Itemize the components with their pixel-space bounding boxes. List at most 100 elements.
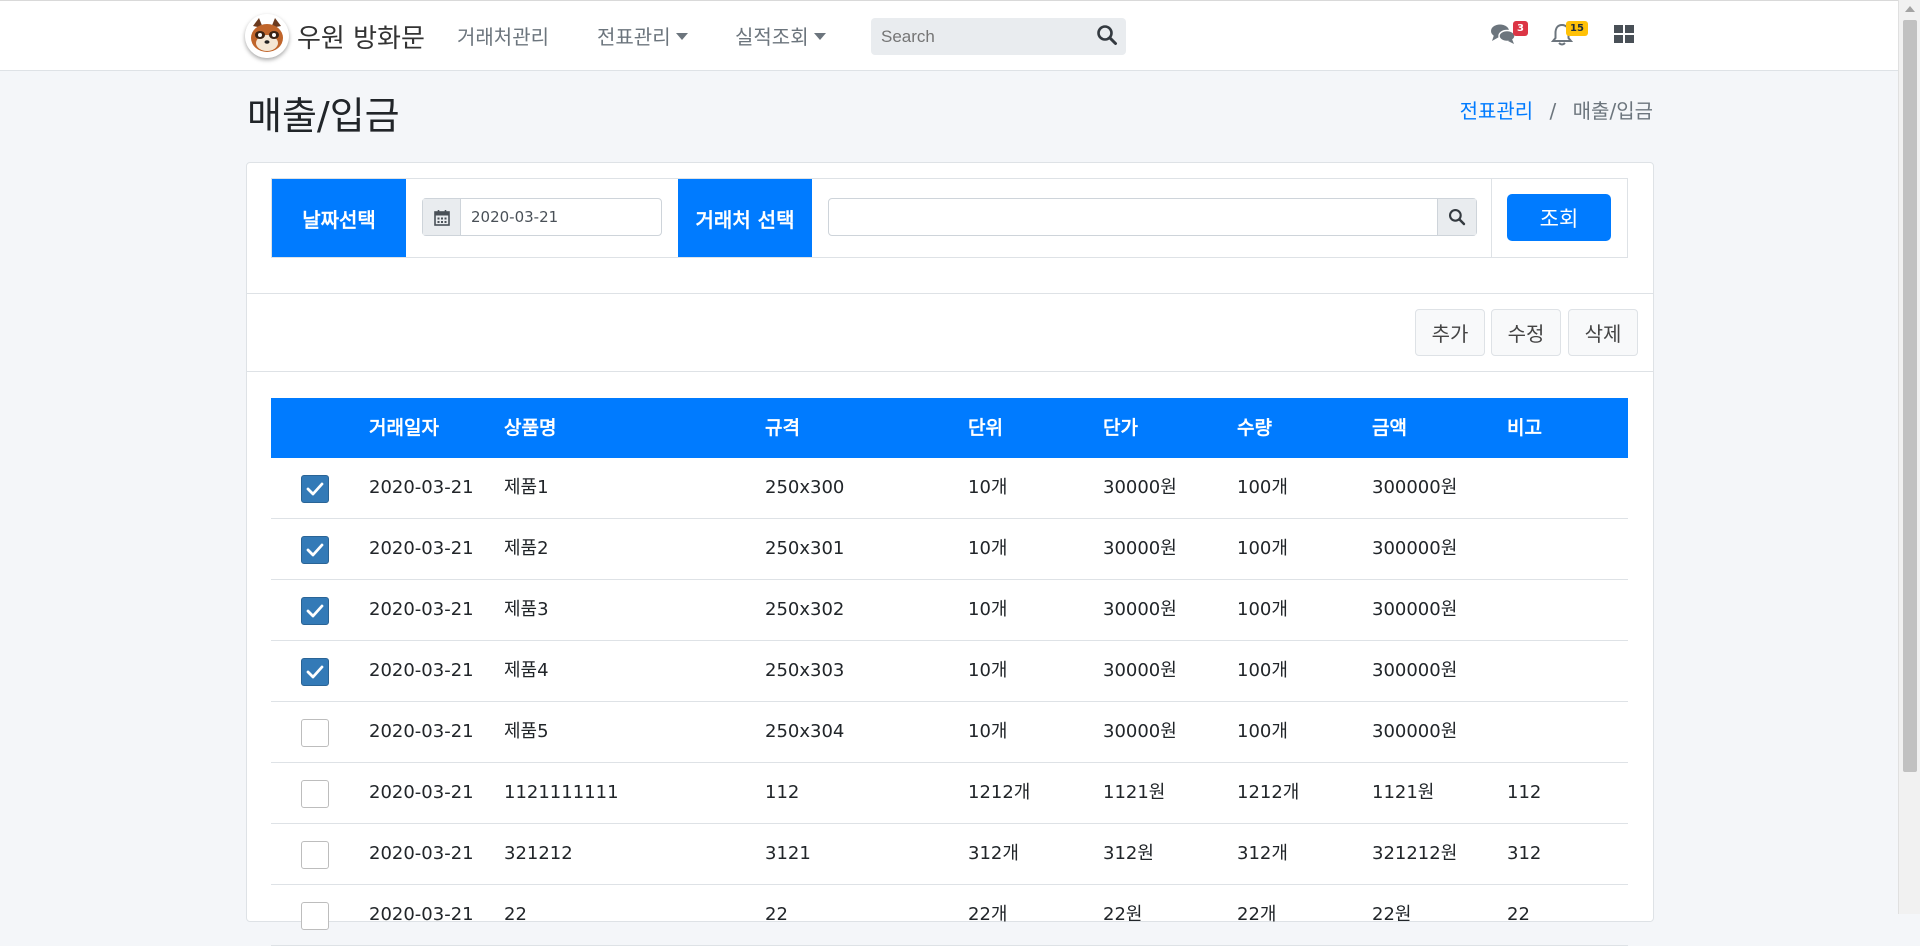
top-navbar: 우원 방화문 거래처관리 전표관리 실적조회 3 15 [0, 0, 1898, 71]
checkmark-icon [306, 604, 324, 618]
cell-date: 2020-03-21 [369, 904, 474, 925]
scroll-up-arrow-icon[interactable] [1905, 6, 1915, 12]
cell-price: 30000원 [1103, 599, 1177, 620]
cell-unit: 22개 [968, 904, 1008, 925]
cell-spec: 22 [765, 904, 788, 925]
customer-search-button[interactable] [1437, 199, 1476, 235]
cell-amount: 300000원 [1372, 538, 1458, 559]
notifications-badge: 15 [1566, 21, 1588, 36]
cell-spec: 250x301 [765, 538, 845, 559]
cell-note: 112 [1507, 782, 1542, 803]
brand-link[interactable]: 우원 방화문 [245, 13, 425, 59]
search-icon [1448, 208, 1466, 226]
col-header-spec: 규격 [765, 417, 800, 439]
table-row[interactable]: 2020-03-21 제품1 250x300 10개 30000원 100개 300000원 [271, 458, 1628, 519]
query-button[interactable]: 조회 [1507, 194, 1611, 241]
cell-spec: 3121 [765, 843, 811, 864]
cell-note: 312 [1507, 843, 1542, 864]
row-checkbox[interactable] [301, 475, 329, 503]
table-row[interactable]: 2020-03-21 1121111111 112 1212개 1121원 1212개 11… [271, 763, 1628, 824]
row-checkbox[interactable] [301, 841, 329, 869]
page-scrollbar[interactable] [1898, 0, 1920, 914]
nav-customer-management[interactable]: 거래처관리 [457, 21, 549, 50]
row-checkbox[interactable] [301, 902, 329, 930]
breadcrumb: 전표관리 / 매출/입금 [1460, 95, 1653, 124]
table-row[interactable]: 2020-03-21 제품5 250x304 10개 30000원 100개 300000원 [271, 702, 1628, 763]
cell-product: 제품3 [504, 599, 549, 620]
nav-performance-label: 실적조회 [735, 25, 809, 49]
messages-button[interactable]: 3 [1490, 21, 1528, 49]
cell-unit: 10개 [968, 477, 1008, 498]
row-checkbox[interactable] [301, 780, 329, 808]
table-row[interactable]: 2020-03-21 22 22 22개 22원 22개 22원 22 [271, 885, 1628, 946]
cell-unit: 10개 [968, 721, 1008, 742]
cell-amount: 22원 [1372, 904, 1412, 925]
date-picker[interactable] [422, 198, 671, 236]
cell-unit: 312개 [968, 843, 1019, 864]
cell-unit: 1212개 [968, 782, 1031, 803]
row-checkbox[interactable] [301, 719, 329, 747]
date-input[interactable] [461, 199, 671, 235]
search-button[interactable] [1096, 24, 1122, 50]
delete-button[interactable]: 삭제 [1568, 309, 1638, 356]
cell-product: 제품5 [504, 721, 549, 742]
checkmark-icon [306, 543, 324, 557]
nav-voucher-label: 전표관리 [597, 25, 671, 49]
cell-unit: 10개 [968, 599, 1008, 620]
cell-qty: 100개 [1237, 660, 1288, 681]
row-checkbox[interactable] [301, 597, 329, 625]
cell-qty: 100개 [1237, 721, 1288, 742]
notifications-button[interactable]: 15 [1550, 21, 1588, 49]
navbar-search-input[interactable] [871, 18, 1106, 55]
page-title: 매출/입금 [247, 94, 400, 138]
brand-name: 우원 방화문 [297, 23, 425, 54]
checkmark-icon [306, 482, 324, 496]
cell-price: 30000원 [1103, 538, 1177, 559]
scroll-thumb[interactable] [1903, 20, 1917, 772]
cell-spec: 250x302 [765, 599, 845, 620]
cell-qty: 100개 [1237, 599, 1288, 620]
cell-price: 30000원 [1103, 477, 1177, 498]
breadcrumb-voucher-link[interactable]: 전표관리 [1460, 99, 1534, 123]
cell-product: 제품1 [504, 477, 549, 498]
cell-price: 30000원 [1103, 660, 1177, 681]
date-picker-button[interactable] [423, 199, 461, 235]
cell-amount: 1121원 [1372, 782, 1435, 803]
cell-amount: 300000원 [1372, 477, 1458, 498]
cell-price: 22원 [1103, 904, 1143, 925]
nav-performance-inquiry[interactable]: 실적조회 [735, 21, 826, 50]
col-header-date: 거래일자 [369, 417, 439, 439]
table-row[interactable]: 2020-03-21 제품2 250x301 10개 30000원 100개 300000원 [271, 519, 1628, 580]
cell-qty: 22개 [1237, 904, 1277, 925]
navbar-search [871, 18, 1126, 55]
cell-spec: 250x303 [765, 660, 845, 681]
cell-product: 제품2 [504, 538, 549, 559]
calendar-icon [433, 209, 450, 226]
edit-button[interactable]: 수정 [1491, 309, 1561, 356]
caret-down-icon [813, 33, 826, 40]
apps-grid-button[interactable] [1613, 23, 1641, 49]
customer-input[interactable] [829, 199, 1449, 235]
col-header-qty: 수량 [1237, 417, 1272, 439]
nav-voucher-management[interactable]: 전표관리 [597, 21, 688, 50]
cell-amount: 300000원 [1372, 660, 1458, 681]
table-row[interactable]: 2020-03-21 321212 3121 312개 312원 312개 321212원 3… [271, 824, 1628, 885]
checkmark-icon [306, 665, 324, 679]
cell-spec: 112 [765, 782, 800, 803]
breadcrumb-current: 매출/입금 [1572, 99, 1653, 123]
customer-select-label: 거래처 선택 [678, 179, 812, 257]
row-checkbox[interactable] [301, 536, 329, 564]
cell-price: 1121원 [1103, 782, 1166, 803]
cell-date: 2020-03-21 [369, 538, 474, 559]
grid-icon [1614, 25, 1634, 43]
col-header-amount: 금액 [1372, 417, 1407, 439]
search-icon [1097, 25, 1117, 45]
row-checkbox[interactable] [301, 658, 329, 686]
col-header-product: 상품명 [504, 417, 557, 439]
table-row[interactable]: 2020-03-21 제품4 250x303 10개 30000원 100개 300000원 [271, 641, 1628, 702]
cell-amount: 300000원 [1372, 721, 1458, 742]
brand-logo-raccoon-icon [245, 14, 289, 58]
cell-unit: 10개 [968, 660, 1008, 681]
add-button[interactable]: 추가 [1415, 309, 1485, 356]
table-row[interactable]: 2020-03-21 제품3 250x302 10개 30000원 100개 300000원 [271, 580, 1628, 641]
